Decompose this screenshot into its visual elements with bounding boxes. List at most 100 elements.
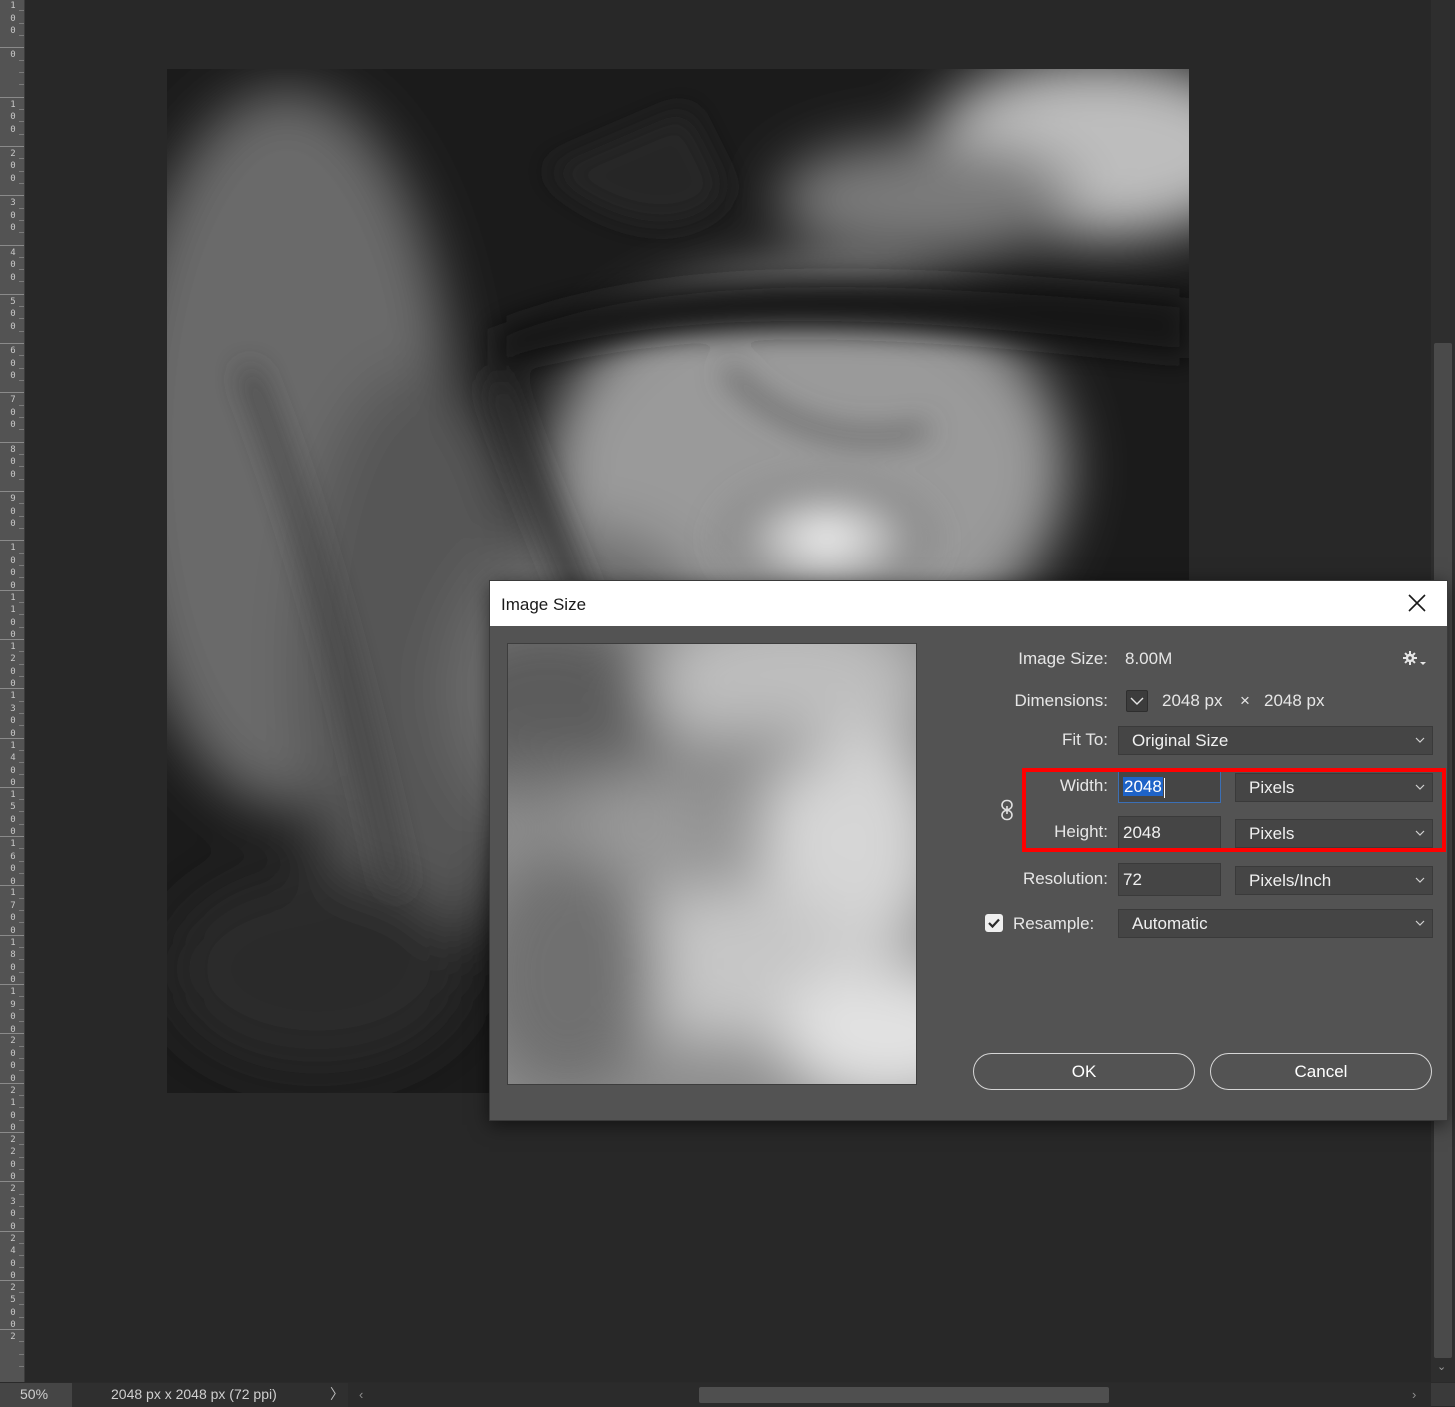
horizontal-scrollbar[interactable]: ‹ › xyxy=(348,1383,1431,1407)
resolution-input[interactable]: 72 xyxy=(1118,863,1221,896)
ruler-major-tick xyxy=(0,96,24,98)
ruler-minor-tick xyxy=(19,417,24,419)
height-input[interactable]: 2048 xyxy=(1118,816,1221,849)
ruler-label: 100 xyxy=(10,99,16,135)
dimensions-toggle[interactable] xyxy=(1126,690,1148,712)
ruler-minor-tick xyxy=(19,1304,24,1306)
ruler-minor-tick xyxy=(19,1008,24,1010)
ruler-minor-tick xyxy=(19,182,24,184)
resample-label: Resample: xyxy=(1013,914,1095,933)
chain-link-icon[interactable] xyxy=(1000,799,1014,821)
ruler-minor-tick xyxy=(19,601,24,603)
chevron-down-icon xyxy=(1415,830,1425,836)
ruler-major-tick xyxy=(0,293,24,295)
ruler-minor-tick xyxy=(19,133,24,135)
document-info[interactable]: 2048 px x 2048 px (72 ppi) xyxy=(72,1383,348,1407)
ruler-major-tick xyxy=(0,392,24,394)
image-size-label: Image Size: xyxy=(1018,649,1108,668)
width-value: 2048 xyxy=(1123,777,1163,796)
ruler-minor-tick xyxy=(19,478,24,480)
ruler-major-tick xyxy=(0,1033,24,1035)
width-input[interactable]: 2048 xyxy=(1118,770,1221,803)
scroll-down-arrow-icon[interactable]: ⌄ xyxy=(1437,1360,1446,1373)
chevron-down-icon xyxy=(1415,784,1425,790)
ruler-label: 900 xyxy=(10,494,16,529)
ruler-minor-tick xyxy=(19,170,24,172)
ruler-major-tick xyxy=(0,1131,24,1133)
ruler-minor-tick xyxy=(19,811,24,813)
ruler-minor-tick xyxy=(19,675,24,677)
ruler-major-tick xyxy=(0,1329,24,1331)
cancel-button[interactable]: Cancel xyxy=(1210,1053,1432,1090)
dialog-title: Image Size xyxy=(501,595,587,614)
chevron-down-icon xyxy=(1415,920,1425,926)
ruler-minor-tick xyxy=(19,910,24,912)
close-icon[interactable] xyxy=(1406,592,1428,614)
ruler-minor-tick xyxy=(19,897,24,899)
ruler-minor-tick xyxy=(19,1045,24,1047)
ruler-label: 1100 xyxy=(10,592,16,641)
ruler-minor-tick xyxy=(19,1094,24,1096)
ruler-minor-tick xyxy=(19,1255,24,1257)
height-unit-value: Pixels xyxy=(1249,824,1295,843)
height-unit-select[interactable]: Pixels xyxy=(1235,819,1433,848)
status-menu-chevron-icon[interactable]: 〉 xyxy=(330,1383,344,1406)
resample-value: Automatic xyxy=(1132,914,1208,933)
ruler-minor-tick xyxy=(19,1366,24,1368)
ruler-minor-tick xyxy=(19,466,24,468)
ruler-major-tick xyxy=(0,589,24,591)
ruler-major-tick xyxy=(0,1230,24,1232)
chevron-down-icon xyxy=(1415,877,1425,883)
ruler-minor-tick xyxy=(19,971,24,973)
resolution-unit-value: Pixels/Inch xyxy=(1249,871,1332,890)
scroll-left-arrow-icon[interactable]: ‹ xyxy=(359,1383,363,1406)
ruler-major-tick xyxy=(0,737,24,739)
ruler-minor-tick xyxy=(19,454,24,456)
fit-to-value: Original Size xyxy=(1132,731,1229,750)
ruler-minor-tick xyxy=(19,10,24,12)
ruler-label: 400 xyxy=(10,247,16,283)
zoom-level[interactable]: 50% xyxy=(0,1383,72,1407)
ruler-minor-tick xyxy=(19,207,24,209)
ruler-minor-tick xyxy=(19,71,24,73)
ruler-minor-tick xyxy=(19,1242,24,1244)
chevron-down-icon xyxy=(1130,697,1144,705)
ruler-major-tick xyxy=(0,1279,24,1281)
resample-select[interactable]: Automatic xyxy=(1118,909,1433,938)
ruler-label: 200 xyxy=(10,148,16,184)
width-unit-value: Pixels xyxy=(1249,778,1295,797)
ruler-minor-tick xyxy=(19,552,24,554)
ruler-label: 2500 xyxy=(10,1282,16,1331)
ruler-minor-tick xyxy=(19,219,24,221)
ruler-major-tick xyxy=(0,343,24,345)
ruler-minor-tick xyxy=(19,1168,24,1170)
width-unit-select[interactable]: Pixels xyxy=(1235,773,1433,802)
image-size-dialog: Image Size Image Size: 8.00M Dimensions:… xyxy=(489,580,1448,1121)
scroll-right-arrow-icon[interactable]: › xyxy=(1412,1383,1416,1406)
gear-icon[interactable] xyxy=(1402,650,1428,668)
height-value: 2048 xyxy=(1123,823,1161,842)
dimensions-height: 2048 px xyxy=(1264,691,1325,710)
ruler-minor-tick xyxy=(19,256,24,258)
ruler-minor-tick xyxy=(19,774,24,776)
resolution-label: Resolution: xyxy=(1022,869,1108,888)
ruler-major-tick xyxy=(0,145,24,147)
fit-to-select[interactable]: Original Size xyxy=(1118,726,1433,755)
ruler-minor-tick xyxy=(19,158,24,160)
ruler-minor-tick xyxy=(19,1316,24,1318)
dialog-titlebar[interactable]: Image Size xyxy=(490,581,1447,626)
horizontal-scroll-thumb[interactable] xyxy=(699,1387,1109,1403)
ruler-major-tick xyxy=(0,836,24,838)
ruler-minor-tick xyxy=(19,318,24,320)
resample-checkbox[interactable] xyxy=(985,914,1003,932)
ok-button[interactable]: OK xyxy=(973,1053,1195,1090)
ruler-minor-tick xyxy=(19,1218,24,1220)
ruler-label: 1800 xyxy=(10,937,16,986)
resolution-unit-select[interactable]: Pixels/Inch xyxy=(1235,866,1433,895)
chevron-down-icon xyxy=(1415,737,1425,743)
ruler-label: 1200 xyxy=(10,641,16,690)
image-preview[interactable] xyxy=(507,643,917,1085)
ruler-major-tick xyxy=(0,47,24,49)
ruler-minor-tick xyxy=(19,1070,24,1072)
ruler-label: 2100 xyxy=(10,1085,16,1134)
